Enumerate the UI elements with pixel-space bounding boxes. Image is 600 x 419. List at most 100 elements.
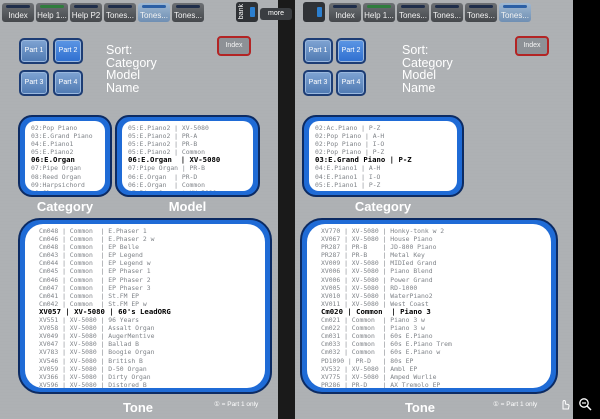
tone-list-item[interactable]: XV049 | XV-5080 | AugerMentive: [39, 332, 259, 340]
right-tone-list-item[interactable]: XV067 | XV-5080 | House Piano: [321, 235, 545, 243]
part-3-button[interactable]: Part 3: [19, 70, 49, 96]
model-list[interactable]: 05:E.Piano2 | XV-5080 05:E.Piano2 | PR-A 0…: [122, 121, 253, 191]
part-1-button[interactable]: Part 1: [19, 38, 49, 64]
tone-list-item[interactable]: Cm048 | Common | E.Phaser 1: [39, 227, 259, 235]
tone-list-item[interactable]: XV596 | XV-5080 | Distored B: [39, 381, 259, 388]
tone-list-item[interactable]: Cm041 | Common | St.FM EP: [39, 292, 259, 300]
tone-list-item[interactable]: XV059 | XV-5080 | D-50 Organ: [39, 365, 259, 373]
right-category-list-item[interactable]: 05:E.Piano1 | P-Z: [315, 181, 451, 189]
right-tone-list-item[interactable]: XV009 | XV-5080 | MIDIed Grand: [321, 259, 545, 267]
model-list-item[interactable]: 05:E.Piano2 | PR-A: [128, 132, 247, 140]
tab-1[interactable]: Help 1...: [36, 3, 68, 22]
tab-2[interactable]: Help P2: [70, 3, 102, 22]
right-tone-list-item[interactable]: XV010 | XV-5080 | WaterPiano2: [321, 292, 545, 300]
right-tone-list-item[interactable]: Cm022 | Common | Piano 3 w: [321, 324, 545, 332]
right-tone-list-item[interactable]: PR286 | PR-D | AX Tremolo EP: [321, 381, 545, 388]
category-list-item[interactable]: 07:Pipe Organ: [31, 164, 99, 172]
right-category-list-item[interactable]: 02:Pop Piano | I-O: [315, 140, 451, 148]
model-list-item[interactable]: 06:E.Organ | PR-D: [128, 173, 247, 181]
part-4-button[interactable]: Part 4: [53, 70, 83, 96]
right-category-list-item[interactable]: 02:Ac.Piano | P-Z: [315, 124, 451, 132]
right-tab-1[interactable]: Help 1...: [363, 3, 395, 22]
right-tone-list-item[interactable]: XV532 | XV-5080 | Ambl EP: [321, 365, 545, 373]
right-tone-list-item[interactable]: Cm031 | Common | 60s E.Piano: [321, 332, 545, 340]
category-list-item[interactable]: 09:Harpsichord: [31, 181, 99, 189]
right-part-3-button[interactable]: Part 3: [303, 70, 333, 96]
sort-option-model[interactable]: Model: [106, 69, 157, 82]
model-list-item[interactable]: 06:E.Organ | XV-5080: [128, 156, 247, 164]
category-list-item[interactable]: 04:E.Piano1: [31, 140, 99, 148]
right-category-list-item[interactable]: 02:Pop Piano | A-H: [315, 132, 451, 140]
right-tone-list-box: XV770 | XV-5080 | Honky-tonk w 2 XV067 | …: [300, 218, 558, 394]
part-2-button[interactable]: Part 2: [53, 38, 83, 64]
category-list-item[interactable]: 10:Clav: [31, 189, 99, 191]
right-tab-5[interactable]: Tones...: [499, 3, 531, 22]
right-category-list-item[interactable]: 03:E.Grand Piano | P-Z: [315, 156, 451, 164]
tone-list-item[interactable]: XV783 | XV-5080 | Boogie Organ: [39, 348, 259, 356]
right-part-1-button[interactable]: Part 1: [303, 38, 333, 64]
right-sort-option-model[interactable]: Model: [402, 69, 453, 82]
tone-list-item[interactable]: XV058 | XV-5080 | Assalt Organ: [39, 324, 259, 332]
right-category-list-item[interactable]: 04:E.Piano1 | I-O: [315, 173, 451, 181]
right-tab-0[interactable]: Index: [329, 3, 361, 22]
tone-list-item[interactable]: Cm048 | Common | EP Belle: [39, 243, 259, 251]
right-tone-list-item[interactable]: XV006 | XV-5080 | Piano Blend: [321, 267, 545, 275]
tone-list-item[interactable]: Cm044 | Common | EP Legend w: [39, 259, 259, 267]
right-part-2-button[interactable]: Part 2: [336, 38, 366, 64]
tone-list-item[interactable]: XV551 | XV-5080 | 96 Years: [39, 316, 259, 324]
tab-5[interactable]: Tones...: [172, 3, 204, 22]
right-part-4-button[interactable]: Part 4: [336, 70, 366, 96]
sort-option-name[interactable]: Name: [106, 81, 157, 95]
tab-0[interactable]: Index: [2, 3, 34, 22]
right-tone-list-item[interactable]: Cm032 | Common | 60s E.Piano w: [321, 348, 545, 356]
category-list-item[interactable]: 08:Reed Organ: [31, 173, 99, 181]
tone-list[interactable]: Cm048 | Common | E.Phaser 1 Cm046 | Commo…: [25, 224, 265, 388]
right-tone-list-item[interactable]: PR287 | PR-B | JD-800 Piano: [321, 243, 545, 251]
tab-bar: Index Help 1... Help P2 Tones... Tones... Ton…: [2, 3, 204, 22]
category-list-item[interactable]: 03:E.Grand Piano: [31, 132, 99, 140]
tone-list-item[interactable]: XV047 | XV-5080 | Ballad B: [39, 340, 259, 348]
right-tone-list-item[interactable]: XV006 | XV-5080 | Power Grand: [321, 276, 545, 284]
tone-list-item[interactable]: Cm046 | Common | EP Phaser 2: [39, 276, 259, 284]
tone-list-item[interactable]: Cm047 | Common | EP Phaser 3: [39, 284, 259, 292]
tone-list-item[interactable]: XV546 | XV-5080 | British B: [39, 357, 259, 365]
right-bank-button[interactable]: [303, 2, 325, 22]
tone-list-item[interactable]: Cm046 | Common | E.Phaser 2 w: [39, 235, 259, 243]
right-tone-list-item[interactable]: PD1090 | PR-D | 80s EP: [321, 357, 545, 365]
right-tone-list-item[interactable]: Cm033 | Common | 60s E.Piano Trem: [321, 340, 545, 348]
right-tone-list-item[interactable]: XV775 | XV-5080 | Amped Wurlie: [321, 373, 545, 381]
tone-list-item[interactable]: XV057 | XV-5080 | 60's LeadORG: [39, 307, 259, 316]
right-tone-list-item[interactable]: XV770 | XV-5080 | Honky-tonk w 2: [321, 227, 545, 235]
model-list-item[interactable]: 05:E.Piano2 | PR-B: [128, 140, 247, 148]
index-button[interactable]: Index: [217, 36, 251, 56]
model-list-item[interactable]: 06:E.Organ | Common: [128, 181, 247, 189]
right-tone-list-item[interactable]: Cm020 | Common | Piano 3: [321, 307, 545, 316]
model-list-item[interactable]: 07:Pipe Organ | PR-B: [128, 164, 247, 172]
right-tone-list[interactable]: XV770 | XV-5080 | Honky-tonk w 2 XV067 | …: [307, 224, 551, 388]
right-tone-list-item[interactable]: Cm021 | Common | Piano 3 w: [321, 316, 545, 324]
tab-4[interactable]: Tones...: [138, 3, 170, 22]
more-button[interactable]: more: [260, 8, 292, 20]
touch-icon[interactable]: [558, 397, 572, 411]
right-tab-2[interactable]: Tones...: [397, 3, 429, 22]
category-list-item[interactable]: 02:Pop Piano: [31, 124, 99, 132]
bank-button[interactable]: bank: [236, 2, 258, 22]
right-tone-list-item[interactable]: XV005 | XV-5080 | RD-1000: [321, 284, 545, 292]
tone-list-item[interactable]: Cm043 | Common | EP Legend: [39, 251, 259, 259]
category-list[interactable]: 02:Pop Piano 03:E.Grand Piano 04:E.Piano1 0…: [25, 121, 105, 191]
right-category-list-item[interactable]: 04:E.Piano1 | A-H: [315, 164, 451, 172]
right-sort-option-name[interactable]: Name: [402, 81, 453, 95]
right-tab-3[interactable]: Tones...: [431, 3, 463, 22]
right-tone-list-item[interactable]: PR287 | PR-B | Metal Key: [321, 251, 545, 259]
right-category-list[interactable]: 02:Ac.Piano | P-Z 02:Pop Piano | A-H 02:Po…: [309, 121, 457, 191]
tone-list-item[interactable]: XV366 | XV-5080 | Dirty Organ: [39, 373, 259, 381]
right-tab-4[interactable]: Tones...: [465, 3, 497, 22]
right-category-label: Category: [354, 199, 412, 214]
right-index-button[interactable]: Index: [515, 36, 549, 56]
model-list-item[interactable]: 07:Pipe Organ | XV-5080: [128, 189, 247, 191]
zoom-out-icon[interactable]: [578, 397, 592, 411]
model-list-item[interactable]: 05:E.Piano2 | XV-5080: [128, 124, 247, 132]
category-list-item[interactable]: 06:E.Organ: [31, 156, 99, 164]
tab-3[interactable]: Tones...: [104, 3, 136, 22]
tone-list-item[interactable]: Cm045 | Common | EP Phaser 1: [39, 267, 259, 275]
